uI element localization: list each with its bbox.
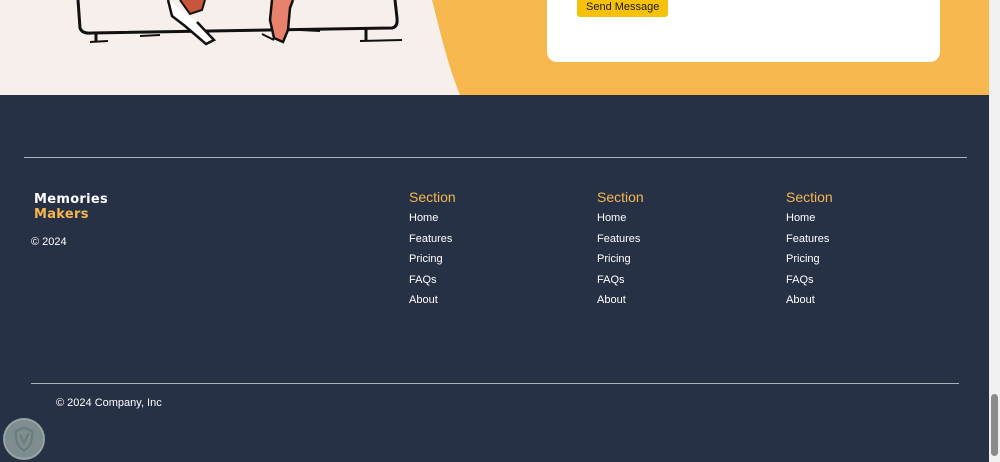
- footer-link-faqs[interactable]: FAQs: [409, 273, 456, 294]
- brand-logo[interactable]: Memories Makers: [34, 192, 108, 222]
- footer-column-title: Section: [409, 189, 456, 205]
- footer-link-pricing[interactable]: Pricing: [597, 252, 644, 273]
- footer-column-2: Section Home Features Pricing FAQs About: [597, 189, 644, 314]
- site-footer: Memories Makers © 2024 Section Home Feat…: [0, 95, 989, 462]
- footer-link-about[interactable]: About: [786, 293, 833, 314]
- footer-copyright-short: © 2024: [31, 236, 67, 248]
- shield-badge-icon: [3, 418, 45, 460]
- footer-link-about[interactable]: About: [597, 293, 644, 314]
- contact-form-card: Send Message: [547, 0, 940, 62]
- footer-link-home[interactable]: Home: [597, 211, 644, 232]
- page-scrollbar[interactable]: [989, 0, 1000, 462]
- shield-icon: [14, 426, 34, 452]
- hero-section: Send Message: [0, 0, 989, 95]
- send-message-button[interactable]: Send Message: [577, 0, 669, 17]
- footer-divider-top: [24, 157, 967, 158]
- scrollbar-thumb[interactable]: [991, 394, 998, 456]
- footer-copyright: © 2024 Company, Inc: [56, 397, 162, 409]
- footer-link-faqs[interactable]: FAQs: [786, 273, 833, 294]
- footer-link-features[interactable]: Features: [597, 232, 644, 253]
- brand-line-2: Makers: [34, 207, 89, 222]
- footer-link-features[interactable]: Features: [409, 232, 456, 253]
- footer-link-home[interactable]: Home: [786, 211, 833, 232]
- footer-column-title: Section: [786, 189, 833, 205]
- footer-link-features[interactable]: Features: [786, 232, 833, 253]
- footer-link-about[interactable]: About: [409, 293, 456, 314]
- footer-link-pricing[interactable]: Pricing: [409, 252, 456, 273]
- brand-line-1: Memories: [34, 192, 109, 207]
- footer-column-3: Section Home Features Pricing FAQs About: [786, 189, 833, 314]
- footer-link-pricing[interactable]: Pricing: [786, 252, 833, 273]
- couch-illustration: [0, 0, 460, 95]
- footer-link-faqs[interactable]: FAQs: [597, 273, 644, 294]
- footer-link-home[interactable]: Home: [409, 211, 456, 232]
- footer-column-1: Section Home Features Pricing FAQs About: [409, 189, 456, 314]
- footer-column-title: Section: [597, 189, 644, 205]
- footer-divider-bottom: [31, 383, 959, 384]
